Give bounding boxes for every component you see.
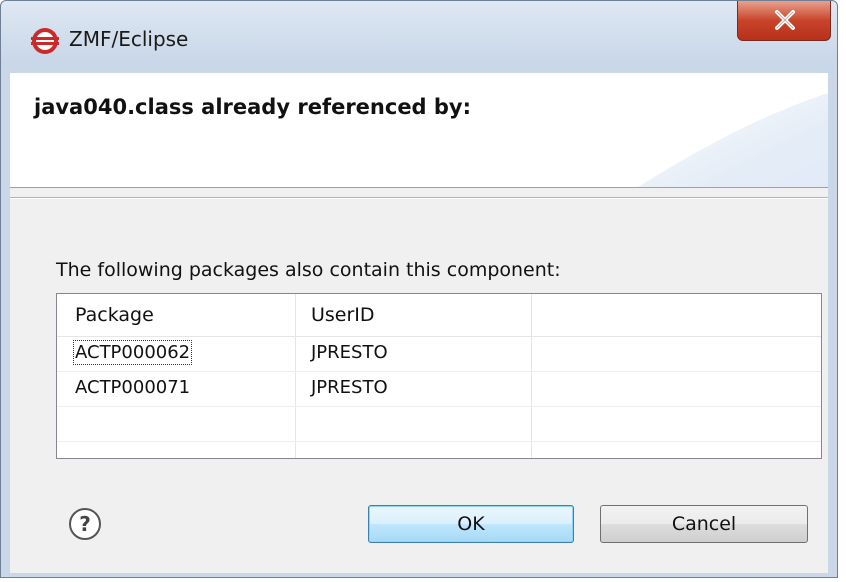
banner-decoration bbox=[638, 93, 828, 187]
window-title: ZMF/Eclipse bbox=[69, 27, 189, 51]
column-header-userid[interactable]: UserID bbox=[311, 304, 375, 326]
separator-line bbox=[10, 197, 828, 199]
packages-table[interactable]: Package UserID ACTP000062 JPRESTO ACTP00… bbox=[56, 293, 822, 459]
column-header-package[interactable]: Package bbox=[75, 304, 154, 326]
close-button[interactable] bbox=[737, 1, 831, 41]
package-cell: ACTP000071 bbox=[75, 377, 191, 398]
package-cell: ACTP000062 bbox=[72, 340, 193, 365]
dialog-window: ZMF/Eclipse java040.class already refere… bbox=[0, 0, 838, 578]
dialog-client-area: java040.class already referenced by: The… bbox=[10, 73, 828, 573]
banner-divider bbox=[10, 187, 828, 188]
table-row[interactable]: ACTP000062 JPRESTO bbox=[57, 336, 821, 372]
cancel-button[interactable]: Cancel bbox=[600, 505, 808, 543]
help-icon[interactable]: ? bbox=[68, 507, 102, 541]
userid-cell: JPRESTO bbox=[311, 342, 388, 363]
table-row[interactable]: ACTP000071 JPRESTO bbox=[57, 371, 821, 407]
title-bar[interactable]: ZMF/Eclipse bbox=[1, 1, 837, 73]
info-message: The following packages also contain this… bbox=[56, 259, 561, 281]
close-icon bbox=[775, 10, 795, 30]
table-header: Package UserID bbox=[57, 294, 821, 337]
dialog-banner: java040.class already referenced by: bbox=[10, 73, 828, 187]
userid-cell: JPRESTO bbox=[311, 377, 388, 398]
table-row-empty bbox=[57, 406, 821, 442]
help-symbol: ? bbox=[79, 512, 91, 536]
ok-button[interactable]: OK bbox=[368, 505, 574, 543]
dialog-heading: java040.class already referenced by: bbox=[34, 95, 472, 119]
zmf-app-icon bbox=[31, 28, 59, 54]
